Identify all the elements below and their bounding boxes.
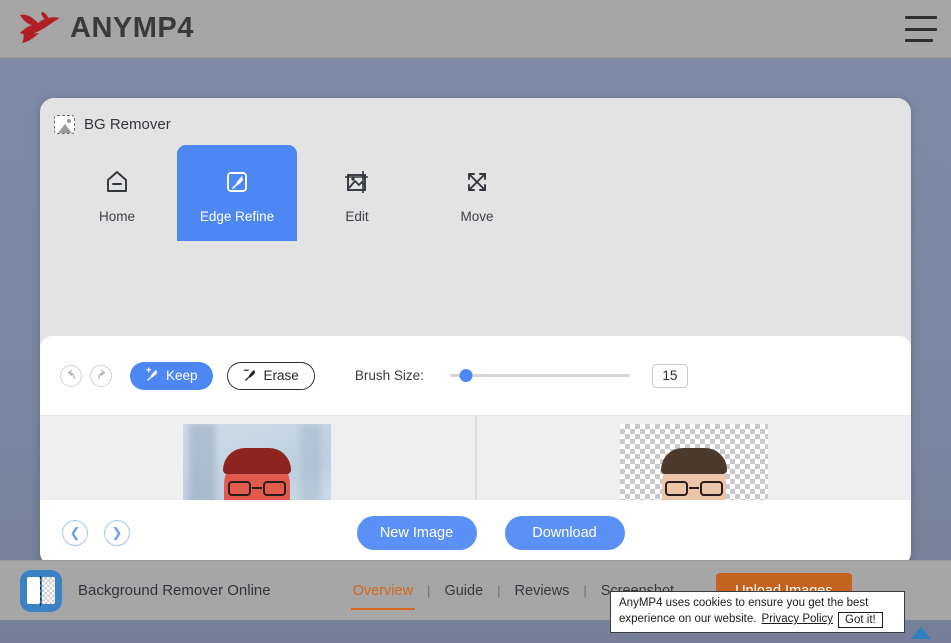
hamburger-line — [905, 28, 937, 31]
glasses-lens — [228, 481, 251, 496]
cookie-accept-button[interactable]: Got it! — [838, 612, 883, 628]
erase-brush-button[interactable]: Erase — [227, 362, 315, 390]
chevron-left-icon[interactable]: ❮ — [62, 520, 88, 546]
tab-edge-refine[interactable]: Edge Refine — [177, 145, 297, 241]
app-name: Background Remover Online — [78, 582, 271, 599]
glasses-lens — [263, 481, 286, 496]
tab-label: Home — [99, 209, 135, 224]
brush-minus-icon — [243, 367, 258, 385]
keep-label: Keep — [166, 368, 198, 383]
nav-link-guide[interactable]: Guide — [430, 583, 497, 599]
nav-link-overview[interactable]: Overview — [339, 583, 427, 599]
move-resize-icon — [463, 162, 491, 202]
new-image-button[interactable]: New Image — [357, 516, 477, 550]
brush-size-input[interactable]: 15 — [652, 364, 688, 388]
cookie-consent-banner: AnyMP4 uses cookies to ensure you get th… — [610, 591, 905, 633]
redo-arrow-icon[interactable] — [90, 365, 112, 387]
glasses-icon — [228, 481, 286, 496]
slider-thumb[interactable] — [460, 369, 473, 382]
brand-logo[interactable]: ANYMP4 — [14, 9, 194, 49]
image-thumbnail-icon — [54, 115, 75, 134]
app-icon-transparent-half — [42, 577, 55, 604]
tab-label: Move — [460, 209, 493, 224]
download-button[interactable]: Download — [505, 516, 625, 550]
glasses-icon — [665, 481, 723, 496]
tool-tabs: Home Edge Refine — [40, 145, 911, 241]
keep-brush-button[interactable]: Keep — [130, 362, 213, 390]
brush-plus-icon — [145, 367, 160, 385]
glasses-bridge — [252, 487, 262, 489]
privacy-policy-link[interactable]: Privacy Policy — [761, 612, 833, 628]
home-icon — [103, 162, 131, 202]
tab-edit[interactable]: Edit — [297, 145, 417, 241]
subject-hair — [661, 448, 727, 474]
glasses-bridge — [689, 487, 699, 489]
nav-link-reviews[interactable]: Reviews — [501, 583, 584, 599]
hamburger-line — [905, 39, 933, 42]
editor-action-bar: ❮ ❯ New Image Download — [40, 500, 911, 566]
glasses-lens — [665, 481, 688, 496]
edge-refine-brush-icon — [223, 162, 251, 202]
tab-label: Edit — [345, 209, 368, 224]
tab-home[interactable]: Home — [57, 145, 177, 241]
card-header: BG Remover — [54, 115, 911, 134]
brush-size-label: Brush Size: — [355, 368, 424, 383]
app-icon-photo-half — [27, 577, 40, 604]
cookie-text-line2: experience on our website. — [619, 612, 756, 628]
hamburger-menu-icon[interactable] — [905, 16, 937, 42]
flame-logo-icon — [14, 9, 66, 49]
app-icon-divider — [40, 576, 41, 606]
action-buttons: New Image Download — [130, 516, 851, 550]
bg-remover-app-card: BG Remover Home Edge Refine — [40, 98, 911, 566]
subject-hair — [223, 448, 291, 474]
edit-image-icon — [343, 162, 371, 202]
editor-panel: Keep Erase Brush Size: 15 — [40, 336, 911, 566]
scroll-to-top-triangle-icon[interactable] — [911, 627, 931, 639]
tab-label: Edge Refine — [200, 209, 274, 224]
tab-move[interactable]: Move — [417, 145, 537, 241]
brush-toolbar: Keep Erase Brush Size: 15 — [40, 336, 911, 415]
site-header: ANYMP4 — [0, 0, 951, 58]
cookie-text-row2: experience on our website. Privacy Polic… — [619, 612, 896, 628]
background-remover-app-icon[interactable] — [20, 570, 62, 612]
glasses-lens — [700, 481, 723, 496]
hamburger-line — [905, 16, 937, 19]
cookie-text-line1: AnyMP4 uses cookies to ensure you get th… — [619, 596, 896, 612]
chevron-right-icon[interactable]: ❯ — [104, 520, 130, 546]
erase-label: Erase — [264, 368, 299, 383]
card-title: BG Remover — [84, 116, 171, 133]
undo-arrow-icon[interactable] — [60, 365, 82, 387]
brand-name: ANYMP4 — [70, 12, 194, 45]
brush-size-slider[interactable] — [450, 367, 630, 385]
slider-track — [450, 374, 630, 377]
